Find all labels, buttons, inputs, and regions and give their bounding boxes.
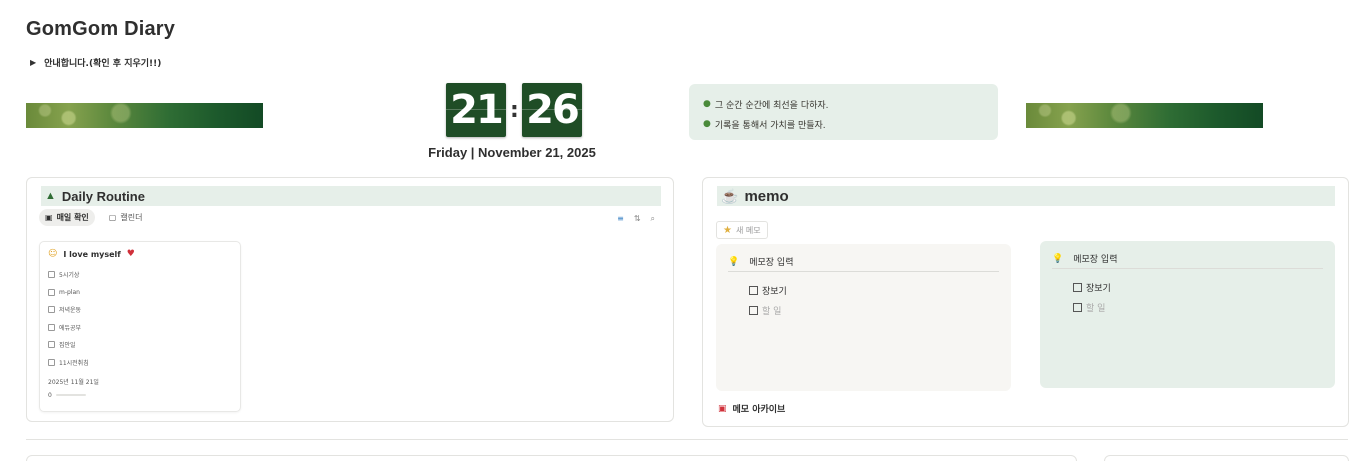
tree-icon: ▲ <box>45 190 56 202</box>
memo-checkbox[interactable]: 장보기 <box>749 280 999 300</box>
memo-item-label[interactable]: 장보기 <box>762 284 787 297</box>
routine-item-label: 에듀공부 <box>59 324 82 332</box>
memo-pad-title: 💡 메모장 입력 <box>1052 251 1323 269</box>
leaf-icon: ● <box>703 99 711 109</box>
routine-date: 2025년 11월 21일 <box>48 378 99 386</box>
memo-pad-title-text[interactable]: 메모장 입력 <box>749 255 793 268</box>
lightbulb-icon: 💡 <box>1052 253 1064 264</box>
notice-label: 안내합니다.(확인 후 지우기!!) <box>44 59 162 69</box>
calendar-check-icon: ▣ <box>45 213 53 222</box>
routine-entry-title: ☺ I love myself ♥ <box>48 249 232 259</box>
quote-callout: ● 그 순간 순간에 최선을 다하자. ● 기록을 통해서 가치를 만들자. <box>689 84 998 140</box>
lower-side-card <box>1104 455 1349 461</box>
clock-minutes: 26 <box>522 83 582 137</box>
heart-icon: ♥ <box>126 249 135 259</box>
quote-text: 그 순간 순간에 최선을 다하자. <box>714 100 829 111</box>
calendar-icon: ▢ <box>108 213 117 222</box>
memo-pad-title-text[interactable]: 메모장 입력 <box>1073 252 1117 265</box>
memo-archive-link[interactable]: ▣ 메모 아카이브 <box>718 402 786 416</box>
star-icon: ★ <box>723 224 732 236</box>
routine-item-label: 집안일 <box>59 342 76 350</box>
memo-pad-title: 💡 메모장 입력 <box>728 254 999 272</box>
sort-icon[interactable]: ⇅ <box>634 214 641 224</box>
memo-checkbox[interactable]: 장보기 <box>1073 277 1323 297</box>
new-memo-button[interactable]: ★ 새 메모 <box>716 221 768 239</box>
memo-item-label[interactable]: 할 일 <box>762 304 781 317</box>
leaf-icon: ● <box>703 119 711 129</box>
routine-entry-card[interactable]: ☺ I love myself ♥ 5시기상 m-plan 저녁운동 에듀공부 … <box>39 241 241 412</box>
routine-progress: 0 <box>48 388 232 402</box>
routine-item-label: 5시기상 <box>59 272 80 280</box>
checkbox-icon[interactable] <box>48 358 55 366</box>
memo-card: ☕ memo ★ 새 메모 💡 메모장 입력 장보기 할 일 💡 메모장 입력 … <box>702 177 1349 427</box>
memo-pad[interactable]: 💡 메모장 입력 장보기 할 일 <box>716 244 1011 391</box>
lower-section-card <box>26 455 1077 461</box>
routine-checkbox[interactable]: 집안일 <box>48 336 232 354</box>
quote-line: ● 기록을 통해서 가치를 만들자. <box>703 114 984 134</box>
archive-box-icon: ▣ <box>718 403 727 414</box>
clock-date: Friday | November 21, 2025 <box>428 145 596 160</box>
smile-icon: ☺ <box>48 249 58 259</box>
tab-daily-check[interactable]: ▣ 매일 확인 <box>39 209 95 226</box>
clock-separator: : <box>510 97 519 123</box>
flip-clock: 21 : 26 <box>446 83 582 137</box>
notice-toggle[interactable]: ▶ 안내합니다.(확인 후 지우기!!) <box>30 56 161 69</box>
memo-header: ☕ memo <box>717 186 1335 206</box>
progress-bar <box>55 394 86 396</box>
daily-routine-card: ▲ Daily Routine ▣ 매일 확인 ▢ 캘린더 ≡ ⇅ ⌕ ☺ I … <box>26 177 674 422</box>
routine-checkbox[interactable]: 11시전취침 <box>48 354 232 372</box>
routine-checkbox[interactable]: 에듀공부 <box>48 319 232 337</box>
checkbox-icon[interactable] <box>48 341 55 349</box>
memo-item-label[interactable]: 할 일 <box>1086 301 1105 314</box>
triangle-right-icon[interactable]: ▶ <box>30 58 36 67</box>
checkbox-icon[interactable] <box>48 323 55 331</box>
memo-checkbox[interactable]: 할 일 <box>1073 297 1323 317</box>
checkbox-icon[interactable] <box>1073 302 1082 312</box>
routine-item-label: 저녁운동 <box>59 307 82 315</box>
search-icon[interactable]: ⌕ <box>651 214 655 224</box>
checkbox-icon[interactable] <box>48 271 55 279</box>
tab-label: 캘린더 <box>120 213 143 222</box>
routine-item-label: 11시전취침 <box>59 359 89 367</box>
memo-pad[interactable]: 💡 메모장 입력 장보기 할 일 <box>1040 241 1335 388</box>
banner-image-right <box>1026 103 1263 128</box>
quote-text: 기록을 통해서 가치를 만들자. <box>714 120 826 131</box>
tab-label: 매일 확인 <box>56 213 89 222</box>
section-divider <box>26 439 1348 440</box>
view-tools: ≡ ⇅ ⌕ <box>617 214 655 224</box>
progress-value: 0 <box>48 391 52 399</box>
tab-calendar[interactable]: ▢ 캘린더 <box>103 209 149 226</box>
routine-checkbox[interactable]: 5시기상 <box>48 266 232 284</box>
routine-entry-title-text: I love myself <box>63 249 121 259</box>
routine-checkbox[interactable]: 저녁운동 <box>48 301 232 319</box>
routine-checkbox[interactable]: m-plan <box>48 284 232 302</box>
page-title: GomGom Diary <box>26 18 176 40</box>
filter-icon[interactable]: ≡ <box>617 214 624 224</box>
view-tabs: ▣ 매일 확인 ▢ 캘린더 <box>39 209 148 226</box>
banner-image-left <box>26 103 263 128</box>
memo-item-label[interactable]: 장보기 <box>1086 281 1111 294</box>
new-memo-label: 새 메모 <box>735 225 761 235</box>
checkbox-icon[interactable] <box>749 285 758 295</box>
memo-archive-label: 메모 아카이브 <box>732 405 786 415</box>
memo-checkbox[interactable]: 할 일 <box>749 300 999 320</box>
daily-routine-header: ▲ Daily Routine <box>41 186 661 206</box>
routine-item-label: m-plan <box>59 288 80 296</box>
checkbox-icon[interactable] <box>48 306 55 314</box>
checkbox-icon[interactable] <box>1073 282 1082 292</box>
checkbox-icon[interactable] <box>48 288 55 296</box>
memo-icon: ☕ <box>721 187 739 204</box>
checkbox-icon[interactable] <box>749 305 758 315</box>
memo-title: memo <box>744 187 789 205</box>
quote-line: ● 그 순간 순간에 최선을 다하자. <box>703 94 984 114</box>
daily-routine-title: Daily Routine <box>61 188 145 204</box>
lightbulb-icon: 💡 <box>728 256 740 267</box>
clock-hours: 21 <box>446 83 506 137</box>
